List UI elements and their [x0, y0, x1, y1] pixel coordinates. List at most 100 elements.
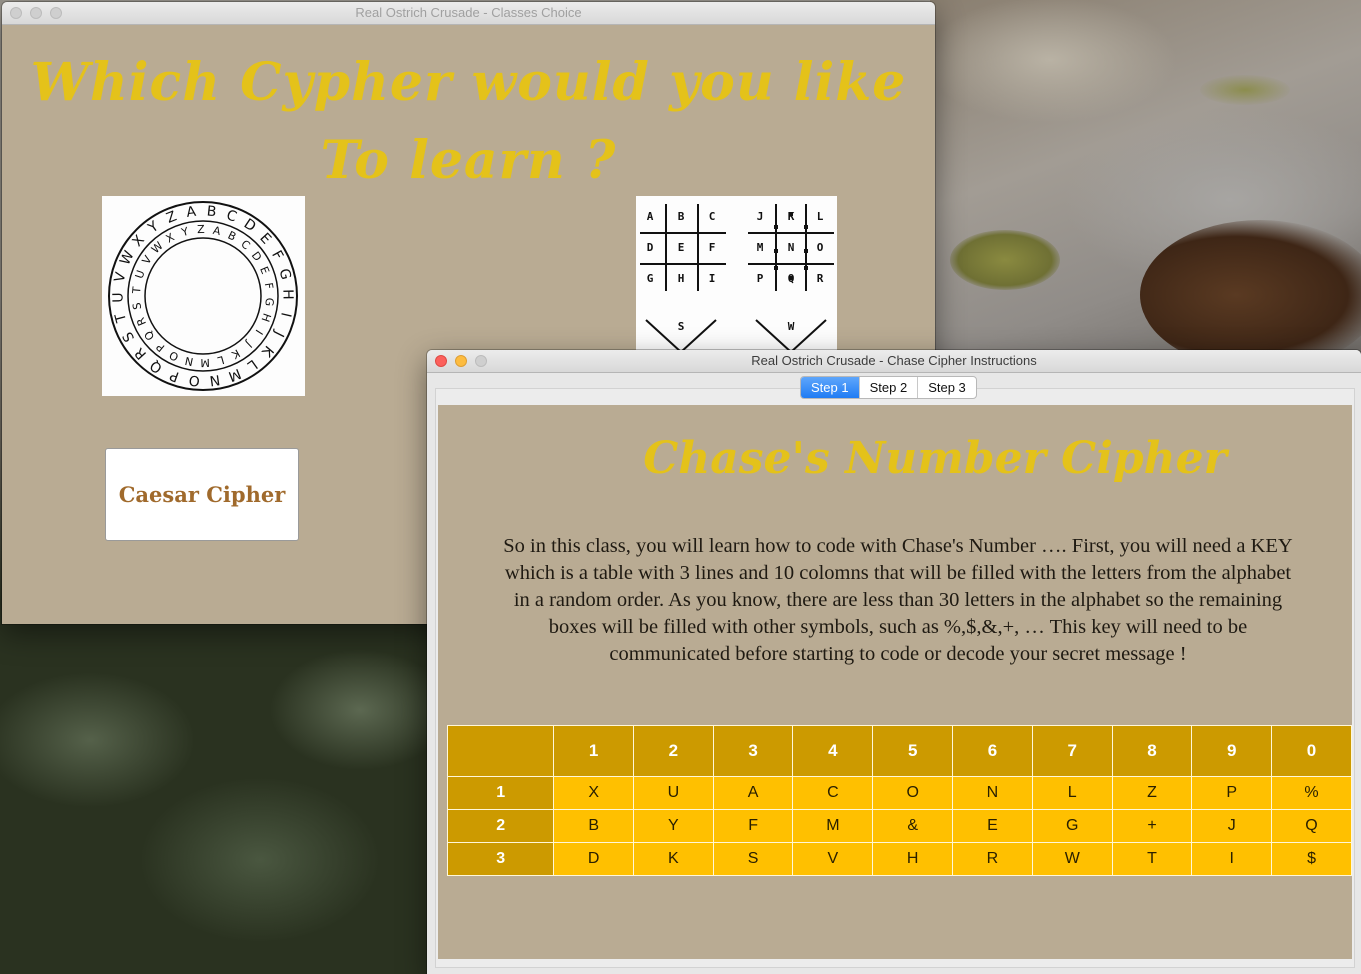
key-cell: E: [952, 809, 1033, 843]
key-cell: C: [792, 776, 874, 810]
key-cell: X: [553, 776, 635, 810]
caesar-cipher-button-label: Caesar Cipher: [118, 482, 286, 507]
window-controls: [435, 355, 487, 367]
zoom-button[interactable]: [475, 355, 487, 367]
caesar-inner-letter: R: [134, 315, 149, 327]
pigpen-dot: [804, 225, 808, 229]
key-cell: $: [1271, 842, 1352, 876]
key-cell: H: [872, 842, 954, 876]
pigpen-letter: I: [709, 272, 716, 285]
caesar-inner-letter: G: [262, 297, 276, 307]
cipher-key-table: 1 2 3 4 5 6 7 8 9 0 1 X U A C O N L Z P …: [446, 725, 1352, 876]
key-table-row: 1 X U A C O N L Z P %: [446, 776, 1352, 810]
caesar-outer-letter: H: [279, 289, 295, 300]
instructions-window-title: Real Ostrich Crusade - Chase Cipher Inst…: [751, 353, 1037, 368]
key-col-header: 5: [872, 725, 954, 777]
instructions-window-titlebar[interactable]: Real Ostrich Crusade - Chase Cipher Inst…: [427, 350, 1361, 373]
key-cell: D: [553, 842, 635, 876]
caesar-outer-letter: O: [188, 372, 201, 389]
pigpen-dot: [804, 249, 808, 253]
key-cell: R: [952, 842, 1033, 876]
caesar-outer-letter: U: [110, 292, 126, 303]
key-table-header-row: 1 2 3 4 5 6 7 8 9 0: [446, 725, 1352, 777]
caesar-inner-letter: T: [130, 286, 144, 295]
caesar-inner-letter: I: [253, 327, 266, 337]
caesar-outer-letter: C: [224, 207, 239, 225]
pigpen-dot: [774, 266, 778, 270]
wallpaper-grass: [1200, 75, 1290, 105]
tab-step-2[interactable]: Step 2: [858, 377, 918, 398]
pigpen-letter: B: [678, 210, 685, 223]
caesar-inner-letter: U: [133, 269, 148, 281]
caesar-inner-letter: L: [215, 353, 225, 367]
pigpen-dot: [789, 276, 793, 280]
caesar-inner-letter: A: [212, 224, 223, 238]
pigpen-letter: J: [757, 210, 764, 223]
pigpen-letter: M: [757, 241, 764, 254]
caesar-outer-letter: G: [276, 267, 294, 282]
classes-heading: Which Cypher would you like To learn ?: [2, 44, 935, 200]
caesar-inner-letter: M: [200, 356, 210, 369]
pigpen-dot: [789, 212, 793, 216]
minimize-button[interactable]: [455, 355, 467, 367]
caesar-outer-letter: L: [244, 356, 260, 374]
pigpen-letter: H: [678, 272, 685, 285]
pigpen-letter: A: [647, 210, 654, 223]
close-button[interactable]: [10, 7, 22, 19]
caesar-outer-letter: N: [208, 371, 221, 388]
zoom-button[interactable]: [50, 7, 62, 19]
key-col-header: 9: [1191, 725, 1273, 777]
caesar-inner-letter: S: [130, 302, 144, 311]
key-cell: &: [872, 809, 954, 843]
key-table-row: 2 B Y F M & E G + J Q: [446, 809, 1352, 843]
tab-step-1[interactable]: Step 1: [801, 377, 859, 398]
pigpen-dot: [774, 225, 778, 229]
caesar-inner-letter: H: [258, 312, 273, 324]
caesar-wheel-image[interactable]: ABCDEFGHIJKLMNOPQRSTUVWXYZ ABCDEFGHIJKLM…: [102, 196, 305, 396]
key-cell: %: [1271, 776, 1352, 810]
key-cell: L: [1031, 776, 1113, 810]
pigpen-letter: K: [788, 210, 795, 223]
caesar-wheel-drawing: A B C DEFGHIJKLMNOPQRSTUVWXYZ A BCDEFGHIJKLM…: [108, 201, 298, 391]
pigpen-cipher-image[interactable]: ABCDEFGHIJKLMNOPQRSW: [636, 196, 837, 356]
caesar-outer-letter: T: [112, 311, 130, 325]
pigpen-letter: W: [788, 320, 795, 333]
pigpen-letter: S: [678, 320, 685, 333]
caesar-outer-letter: A: [185, 204, 197, 221]
pigpen-letter: P: [757, 272, 764, 285]
pigpen-dot: [774, 249, 778, 253]
pigpen-letter: L: [817, 210, 824, 223]
tab-step-3[interactable]: Step 3: [917, 377, 976, 398]
key-col-header: 8: [1111, 725, 1193, 777]
key-cell: I: [1191, 842, 1273, 876]
close-button[interactable]: [435, 355, 447, 367]
key-cell: U: [633, 776, 714, 810]
caesar-inner-letter: P: [154, 340, 168, 354]
key-cell: N: [952, 776, 1033, 810]
classes-heading-line1: Which Cypher would you like: [30, 52, 907, 113]
key-cell: Z: [1111, 776, 1193, 810]
caesar-inner-letter: O: [167, 348, 181, 364]
classes-window-titlebar[interactable]: Real Ostrich Crusade - Classes Choice: [2, 2, 935, 25]
key-cell: W: [1031, 842, 1113, 876]
tab-panel: Chase's Number Cipher So in this class, …: [435, 388, 1355, 968]
minimize-button[interactable]: [30, 7, 42, 19]
key-cell: A: [712, 776, 794, 810]
pigpen-letter: R: [817, 272, 824, 285]
key-cell: S: [712, 842, 794, 876]
caesar-cipher-button[interactable]: Caesar Cipher: [105, 448, 299, 541]
caesar-outer-letter: Z: [164, 208, 179, 226]
caesar-inner-letter: C: [238, 237, 252, 252]
caesar-outer-letter: S: [120, 329, 138, 345]
instructions-paragraph: So in this class, you will learn how to …: [503, 535, 1293, 665]
caesar-inner-letter: Y: [179, 225, 190, 240]
caesar-inner-letter: Q: [142, 328, 158, 343]
caesar-inner-letter: V: [140, 253, 155, 267]
pigpen-letter: C: [709, 210, 716, 223]
caesar-outer-letter: M: [226, 365, 243, 384]
key-row-header: 3: [446, 842, 555, 876]
caesar-inner-letter: Z: [197, 223, 205, 236]
step-content: Chase's Number Cipher So in this class, …: [438, 405, 1352, 959]
caesar-outer-letter: V: [112, 270, 130, 283]
caesar-inner-letter: E: [257, 265, 272, 276]
